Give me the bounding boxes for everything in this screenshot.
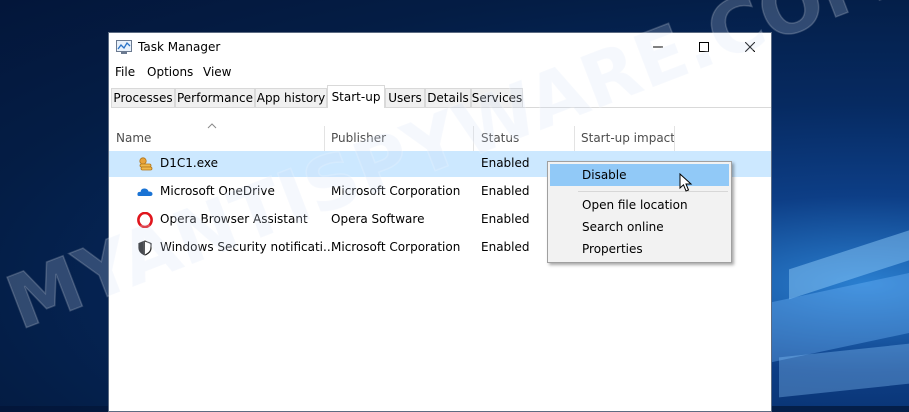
context-menu: Disable Open file location Search online… bbox=[547, 161, 732, 263]
column-separator[interactable] bbox=[574, 126, 575, 151]
sort-ascending-icon bbox=[207, 123, 217, 129]
tab-details[interactable]: Details bbox=[425, 88, 471, 107]
menu-separator bbox=[578, 191, 728, 192]
menu-item-open-file-location[interactable]: Open file location bbox=[550, 194, 729, 216]
tab-bar: Processes Performance App history Start-… bbox=[111, 85, 771, 108]
row-status: Enabled bbox=[481, 240, 530, 254]
tab-performance[interactable]: Performance bbox=[175, 88, 255, 107]
row-publisher: Microsoft Corporation bbox=[331, 184, 461, 198]
column-header-status[interactable]: Status bbox=[481, 131, 519, 151]
column-header-name[interactable]: Name bbox=[116, 131, 151, 151]
onedrive-icon bbox=[137, 188, 153, 196]
column-separator[interactable] bbox=[473, 126, 474, 151]
column-separator[interactable] bbox=[674, 126, 675, 151]
tab-services[interactable]: Services bbox=[471, 88, 523, 107]
close-button[interactable] bbox=[727, 33, 773, 61]
tab-processes[interactable]: Processes bbox=[111, 88, 175, 107]
minimize-icon bbox=[653, 46, 663, 48]
row-publisher: Microsoft Corporation bbox=[331, 240, 461, 254]
shield-icon bbox=[138, 240, 152, 256]
tab-start-up[interactable]: Start-up bbox=[327, 85, 385, 108]
tab-app-history[interactable]: App history bbox=[255, 88, 327, 107]
column-header-startup-impact[interactable]: Start-up impact bbox=[581, 131, 675, 151]
column-header-publisher[interactable]: Publisher bbox=[331, 131, 386, 151]
row-name: D1C1.exe bbox=[160, 156, 218, 170]
opera-icon bbox=[137, 212, 153, 228]
d1c1-exe-icon bbox=[139, 157, 153, 171]
row-name: Microsoft OneDrive bbox=[160, 184, 275, 198]
row-name: Opera Browser Assistant bbox=[160, 212, 308, 226]
menu-view[interactable]: View bbox=[203, 65, 231, 79]
window-title: Task Manager bbox=[138, 40, 221, 54]
row-name: Windows Security notificati... bbox=[160, 240, 335, 254]
row-status: Enabled bbox=[481, 212, 530, 226]
row-publisher: Opera Software bbox=[331, 212, 425, 226]
menu-item-label: Properties bbox=[582, 242, 643, 256]
maximize-button[interactable] bbox=[681, 33, 727, 61]
minimize-button[interactable] bbox=[635, 33, 681, 61]
menu-item-search-online[interactable]: Search online bbox=[550, 216, 729, 238]
menu-item-disable[interactable]: Disable bbox=[550, 164, 729, 186]
menu-item-label: Open file location bbox=[582, 198, 688, 212]
tab-users[interactable]: Users bbox=[385, 88, 425, 107]
task-manager-icon bbox=[116, 40, 132, 54]
menu-options[interactable]: Options bbox=[147, 65, 193, 79]
menu-file[interactable]: File bbox=[115, 65, 135, 79]
column-separator[interactable] bbox=[324, 126, 325, 151]
row-status: Enabled bbox=[481, 156, 530, 170]
mouse-pointer-icon bbox=[679, 173, 693, 192]
menu-item-label: Search online bbox=[582, 220, 664, 234]
row-status: Enabled bbox=[481, 184, 530, 198]
title-bar[interactable]: Task Manager bbox=[109, 33, 771, 61]
menu-item-label: Disable bbox=[582, 168, 627, 182]
maximize-icon bbox=[699, 42, 709, 52]
menu-item-properties[interactable]: Properties bbox=[550, 238, 729, 260]
close-icon bbox=[745, 42, 755, 52]
